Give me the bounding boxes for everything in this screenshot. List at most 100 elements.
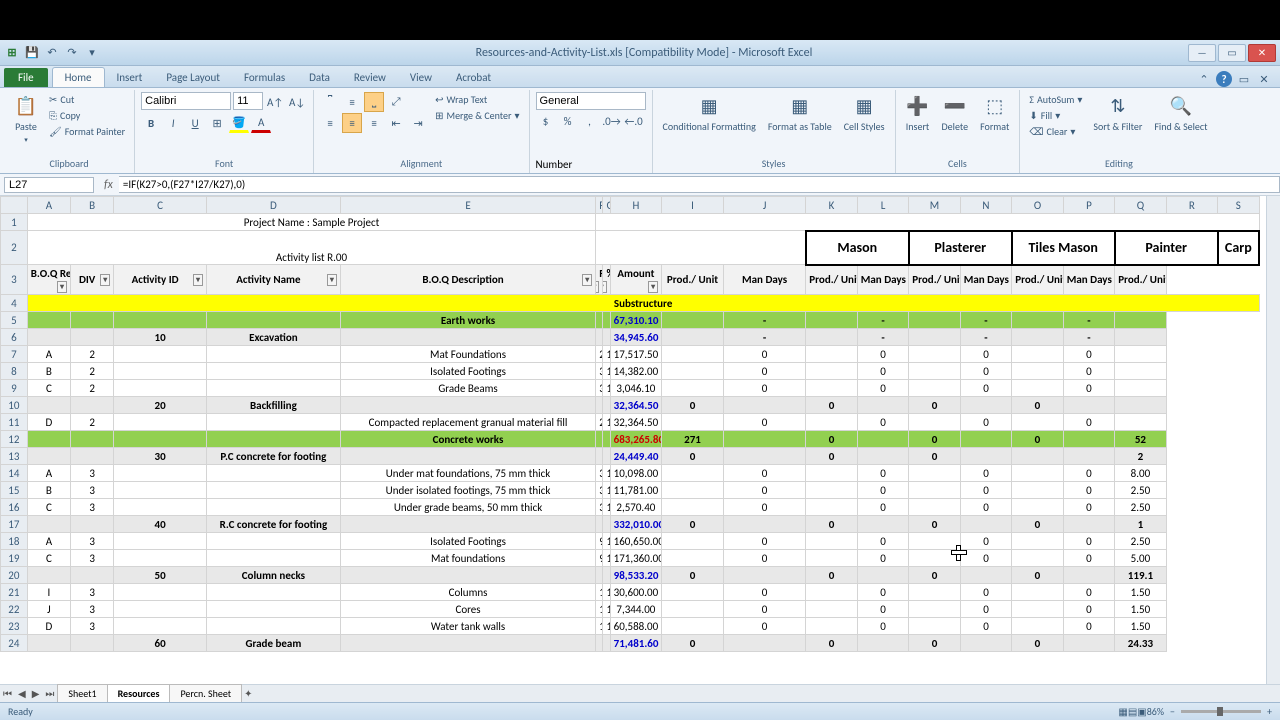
- tab-view[interactable]: View: [398, 68, 444, 87]
- maximize-button[interactable]: ▭: [1218, 44, 1246, 62]
- align-bottom-icon[interactable]: ⎵: [364, 92, 384, 112]
- tab-home[interactable]: Home: [52, 67, 105, 87]
- filter-arrow-icon[interactable]: ▾: [100, 274, 110, 286]
- font-size-select[interactable]: [233, 92, 263, 110]
- paste-button[interactable]: 📋Paste▾: [10, 92, 42, 146]
- orientation-icon[interactable]: ⤢: [386, 92, 406, 112]
- fill-color-button[interactable]: 🪣: [229, 113, 249, 133]
- col-header-C[interactable]: C: [114, 197, 207, 214]
- zoom-level[interactable]: 86%: [1147, 705, 1164, 718]
- cut-button[interactable]: ✂ Cut: [46, 92, 128, 107]
- col-header-R[interactable]: R: [1166, 197, 1217, 214]
- align-center-icon[interactable]: ≡: [342, 113, 362, 133]
- col-header-M[interactable]: M: [909, 197, 960, 214]
- sheet-tab-resources[interactable]: Resources: [107, 684, 171, 703]
- col-header-O[interactable]: O: [1012, 197, 1063, 214]
- undo-icon[interactable]: ↶: [44, 45, 60, 61]
- col-header-H[interactable]: H: [610, 197, 661, 214]
- col-header-Q[interactable]: Q: [1115, 197, 1166, 214]
- font-name-select[interactable]: [141, 92, 231, 110]
- row-header[interactable]: 1: [1, 214, 28, 231]
- font-color-button[interactable]: A: [251, 113, 271, 133]
- filter-arrow-icon[interactable]: ▾: [582, 274, 592, 286]
- increase-indent-icon[interactable]: ⇥: [408, 113, 428, 133]
- save-icon[interactable]: 💾: [24, 45, 40, 61]
- bold-button[interactable]: B: [141, 113, 161, 133]
- decrease-decimal-icon[interactable]: ←.0: [624, 111, 644, 131]
- align-right-icon[interactable]: ≡: [364, 113, 384, 133]
- tab-insert[interactable]: Insert: [105, 68, 155, 87]
- filter-arrow-icon[interactable]: ▾: [648, 281, 658, 293]
- filter-arrow-icon[interactable]: ▾: [596, 281, 600, 293]
- align-left-icon[interactable]: ≡: [320, 113, 340, 133]
- minimize-ribbon-icon[interactable]: ⌃: [1196, 71, 1212, 87]
- col-header-F[interactable]: F: [596, 197, 603, 214]
- name-box[interactable]: [4, 177, 94, 193]
- format-as-table-button[interactable]: ▦Format as Table: [764, 92, 836, 135]
- align-middle-icon[interactable]: ≡: [342, 92, 362, 112]
- percent-icon[interactable]: %: [558, 111, 578, 131]
- accounting-icon[interactable]: $: [536, 111, 556, 131]
- view-break-icon[interactable]: ▣: [1137, 705, 1146, 718]
- spreadsheet-grid[interactable]: ABCDEFGHIJKLMNOPQRS1Project Name : Sampl…: [0, 196, 1266, 684]
- filter-arrow-icon[interactable]: ▾: [57, 281, 67, 293]
- restore-workbook-icon[interactable]: ▭: [1236, 71, 1252, 87]
- decrease-font-icon[interactable]: A↓: [287, 92, 307, 112]
- col-header-S[interactable]: S: [1218, 197, 1259, 214]
- increase-decimal-icon[interactable]: .0→: [602, 111, 622, 131]
- conditional-formatting-button[interactable]: ▦Conditional Formatting: [659, 92, 760, 135]
- view-layout-icon[interactable]: ▤: [1128, 705, 1137, 718]
- col-header-N[interactable]: N: [960, 197, 1011, 214]
- delete-cells-button[interactable]: ➖Delete: [938, 92, 973, 135]
- border-button[interactable]: ⊞: [207, 113, 227, 133]
- decrease-indent-icon[interactable]: ⇤: [386, 113, 406, 133]
- italic-button[interactable]: I: [163, 113, 183, 133]
- select-all-corner[interactable]: [1, 197, 28, 214]
- close-button[interactable]: ✕: [1248, 44, 1276, 62]
- copy-button[interactable]: ⎘ Copy: [46, 108, 128, 123]
- sheet-nav-first-icon[interactable]: ⏮: [0, 687, 15, 700]
- col-header-K[interactable]: K: [806, 197, 857, 214]
- align-top-icon[interactable]: ⎴: [320, 92, 340, 112]
- col-header-J[interactable]: J: [723, 197, 805, 214]
- format-cells-button[interactable]: ⬚Format: [976, 92, 1013, 135]
- find-select-button[interactable]: 🔍Find & Select: [1150, 92, 1211, 135]
- autosum-button[interactable]: Σ AutoSum ▾: [1026, 92, 1085, 107]
- col-header-A[interactable]: A: [27, 197, 70, 214]
- fx-icon[interactable]: fx: [98, 178, 119, 192]
- sheet-nav-last-icon[interactable]: ⏭: [42, 687, 57, 700]
- tab-page-layout[interactable]: Page Layout: [154, 68, 232, 87]
- tab-acrobat[interactable]: Acrobat: [444, 68, 503, 87]
- close-workbook-icon[interactable]: ✕: [1256, 71, 1272, 87]
- formula-input[interactable]: =IF(K27>0,(F27*I27/K27),0): [119, 176, 1280, 193]
- comma-icon[interactable]: ,: [580, 111, 600, 131]
- cell-styles-button[interactable]: ▦Cell Styles: [840, 92, 889, 135]
- minimize-button[interactable]: —: [1188, 44, 1216, 62]
- col-header-E[interactable]: E: [340, 197, 595, 214]
- zoom-in-icon[interactable]: +: [1267, 705, 1272, 718]
- qat-more-icon[interactable]: ▾: [84, 45, 100, 61]
- help-icon[interactable]: ?: [1216, 71, 1232, 87]
- col-header-P[interactable]: P: [1063, 197, 1114, 214]
- redo-icon[interactable]: ↷: [64, 45, 80, 61]
- zoom-out-icon[interactable]: −: [1170, 705, 1175, 718]
- filter-arrow-icon[interactable]: ▾: [327, 274, 337, 286]
- new-sheet-icon[interactable]: ✦: [241, 687, 255, 700]
- tab-formulas[interactable]: Formulas: [232, 68, 297, 87]
- sheet-nav-prev-icon[interactable]: ◀: [15, 687, 29, 700]
- col-header-G[interactable]: G: [603, 197, 610, 214]
- insert-cells-button[interactable]: ➕Insert: [902, 92, 934, 135]
- sort-filter-button[interactable]: ⇅Sort & Filter: [1089, 92, 1146, 135]
- col-header-B[interactable]: B: [71, 197, 114, 214]
- vertical-scrollbar[interactable]: [1266, 196, 1280, 684]
- col-header-D[interactable]: D: [206, 197, 340, 214]
- sheet-tab-sheet1[interactable]: Sheet1: [57, 684, 107, 703]
- format-painter-button[interactable]: 🖌 Format Painter: [46, 124, 128, 139]
- clear-button[interactable]: ⌫ Clear ▾: [1026, 124, 1085, 139]
- fill-button[interactable]: ⬇ Fill ▾: [1026, 108, 1085, 123]
- zoom-slider[interactable]: [1181, 710, 1261, 713]
- cell[interactable]: Project Name : Sample Project: [27, 214, 595, 231]
- merge-center-button[interactable]: ⊞ Merge & Center ▾: [432, 108, 522, 123]
- tab-data[interactable]: Data: [297, 68, 342, 87]
- view-normal-icon[interactable]: ▦: [1118, 705, 1127, 718]
